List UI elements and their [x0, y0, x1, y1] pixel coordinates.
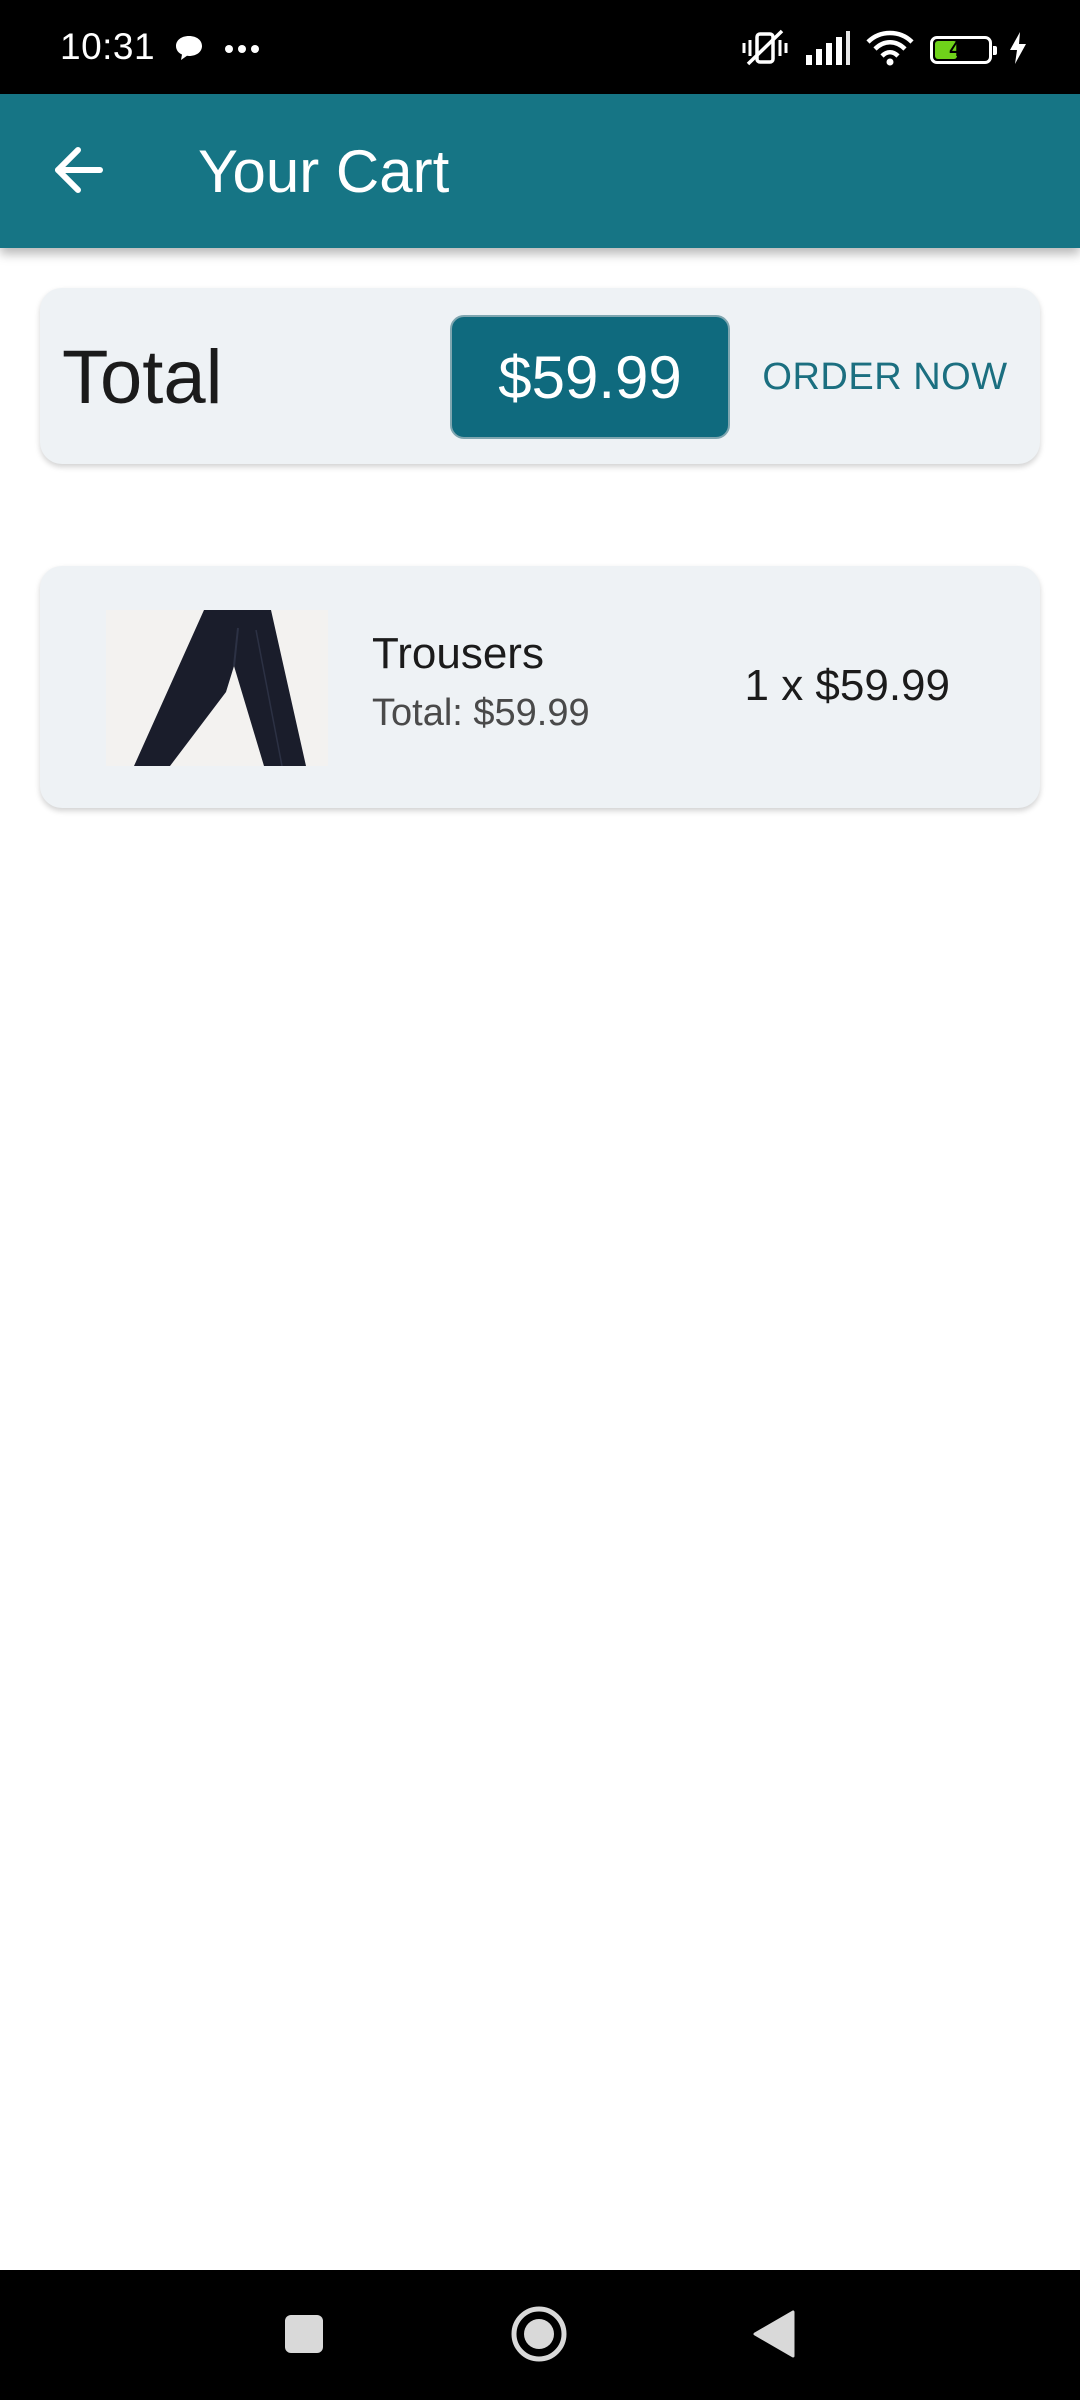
order-now-button[interactable]: ORDER NOW	[750, 315, 1020, 439]
arrow-left-icon	[52, 146, 104, 199]
home-button[interactable]	[503, 2300, 575, 2372]
trousers-image	[106, 610, 328, 766]
chat-bubble-icon	[172, 31, 206, 70]
item-quantity-price: 1 x $59.99	[744, 661, 951, 710]
more-dots-icon	[224, 41, 260, 59]
item-name: Trousers	[372, 629, 544, 678]
status-notification-icons	[172, 30, 260, 70]
battery-icon: 40	[930, 36, 997, 64]
back-button[interactable]	[30, 136, 126, 208]
system-back-button[interactable]	[738, 2300, 810, 2372]
cart-item-card[interactable]: Trousers Total: $59.99 1 x $59.99	[40, 566, 1040, 808]
app-bar: Your Cart	[0, 94, 1080, 248]
status-time: 10:31	[60, 26, 156, 67]
back-triangle-icon	[751, 2309, 797, 2364]
battery-level: 40	[949, 38, 973, 61]
total-summary-card: Total $59.99 ORDER NOW	[40, 288, 1040, 464]
battery-tip	[993, 46, 997, 55]
vibrate-off-icon	[742, 28, 788, 73]
signal-icon	[804, 30, 850, 70]
page-title: Your Cart	[198, 138, 450, 205]
navigation-bar	[0, 2270, 1080, 2400]
total-price-chip: $59.99	[450, 315, 730, 439]
item-total: Total: $59.99	[372, 692, 590, 734]
status-system-icons: 40	[742, 28, 1028, 72]
recent-apps-button[interactable]	[268, 2300, 340, 2372]
charging-bolt-icon	[1008, 31, 1028, 69]
status-bar: 10:31 40	[0, 0, 1080, 94]
wifi-icon	[866, 30, 914, 71]
recent-apps-icon	[284, 2314, 324, 2359]
total-label: Total	[62, 335, 223, 420]
home-icon	[510, 2305, 568, 2368]
